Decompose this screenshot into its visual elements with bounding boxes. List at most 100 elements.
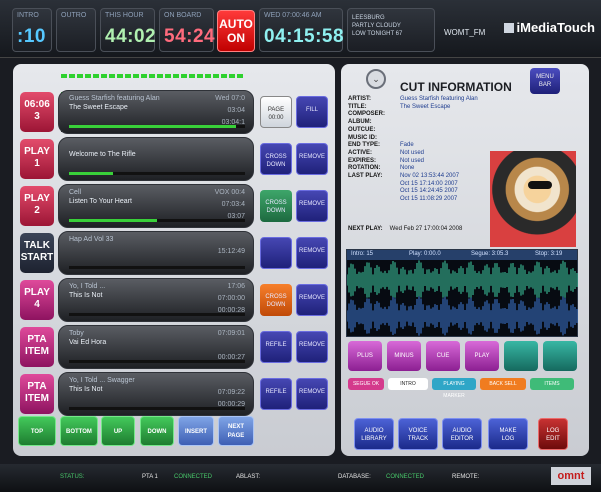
cart-progress-bar	[69, 313, 245, 316]
cut-play-button[interactable]: PLAY	[465, 341, 499, 371]
cut-info-row: OUTCUE:	[348, 127, 478, 135]
cut-info-key: OUTCUE:	[348, 126, 376, 133]
cut-info-key: EXPIRES:	[348, 157, 377, 164]
cart-item[interactable]: Cell Listen To Your Heart VOX 00:4 07:03:4 0…	[58, 184, 254, 228]
next-play-label: NEXT PLAY:	[348, 226, 383, 232]
menu-bar-button[interactable]: MENU BAR	[530, 68, 560, 94]
cart-title: This Is Not	[69, 292, 103, 299]
cut-info-key: TITLE:	[348, 103, 367, 110]
on-board-label: ON BOARD	[164, 12, 202, 19]
meter-led	[189, 74, 195, 78]
cart-time: Wed 07:0	[215, 95, 245, 102]
pta-label: PTA 1	[142, 474, 158, 480]
cut-plus-button[interactable]: PLUS	[348, 341, 382, 371]
make-log-button[interactable]: MAKE LOG	[488, 418, 528, 450]
marker-tag: INTRO	[388, 378, 428, 390]
cart-artist: Cell	[69, 189, 82, 196]
cut-cue-button[interactable]: CUE	[426, 341, 460, 371]
remote-label: REMOTE:	[452, 474, 480, 480]
cart-item[interactable]: Yo, I Told ... This Is Not 17:06 07:00:00 00…	[58, 278, 254, 322]
nav-top-button[interactable]: TOP	[18, 416, 56, 446]
waveform-display[interactable]: Intro: 15 Play: 0:00.0 Segue: 3:05.3 Sto…	[346, 249, 578, 337]
cut-info-key: COMPOSER:	[348, 111, 386, 118]
cart-title: Listen To Your Heart	[69, 198, 132, 205]
cart-remove-button[interactable]: REMOVE	[296, 143, 328, 175]
cart-item[interactable]: Welcome to The Rifle	[58, 137, 254, 181]
nav-insert-button[interactable]: INSERT	[178, 416, 214, 446]
cart-time: 07:00:00	[217, 295, 245, 302]
marker-tag: ITEMS	[530, 378, 574, 390]
cart-action-button[interactable]: REFILE	[260, 331, 292, 363]
cut-info-row: ACTIVE: Not used	[348, 150, 478, 158]
cart-slot-button[interactable]: PLAY 4	[20, 280, 54, 320]
log-edit-button[interactable]: LOG EDIT	[538, 418, 568, 450]
cut-minus-button[interactable]: MINUS	[387, 341, 421, 371]
audio-library-button[interactable]: AUDIO LIBRARY	[354, 418, 394, 450]
cart-artist: Yo, I Told ... Swagger	[69, 377, 135, 384]
cart-remove-button[interactable]: FILL	[296, 96, 328, 128]
next-play: NEXT PLAY: Wed Feb 27 17:00:04 2008	[348, 226, 462, 232]
cart-slot-button[interactable]: PTA ITEM	[20, 327, 54, 367]
chevron-down-icon[interactable]: ⌄	[366, 69, 386, 89]
cart-artist: Toby	[69, 330, 84, 337]
cart-progress-fill	[69, 172, 113, 175]
cart-item[interactable]: Hap Ad Vol 33 15:12:49	[58, 231, 254, 275]
nav-up-button[interactable]: UP	[101, 416, 135, 446]
on-board-counter: ON BOARD 54:24	[159, 8, 215, 52]
cart-remove-button[interactable]: REMOVE	[296, 190, 328, 222]
cut-info-value: Oct 15 11:08:29 2007	[400, 196, 458, 203]
cart-remove-button[interactable]: REMOVE	[296, 331, 328, 363]
cart-title: Welcome to The Rifle	[69, 151, 136, 158]
cart-slot-button[interactable]: PTA ITEM	[20, 374, 54, 414]
cut-extra-button[interactable]	[543, 341, 577, 371]
cart-remove-button[interactable]: REMOVE	[296, 284, 328, 316]
cut-info-row: MUSIC ID:	[348, 135, 478, 143]
cut-extra-button[interactable]	[504, 341, 538, 371]
brand-text: iMediaTouch	[516, 20, 595, 35]
audio-editor-button[interactable]: AUDIO EDITOR	[442, 418, 482, 450]
cart-slot-button[interactable]: TALK START	[20, 233, 54, 273]
pta-state: CONNECTED	[174, 474, 213, 480]
cut-info-row: TITLE: The Sweet Escape	[348, 104, 478, 112]
cut-info-row: EXPIRES: Not used	[348, 158, 478, 166]
cart-action-button[interactable]: REFILE	[260, 378, 292, 410]
cart-action-button[interactable]: CROSS DOWN	[260, 284, 292, 316]
clock-counter: WED 07:00:46 AM 04:15:58	[259, 8, 344, 52]
nav-bottom-button[interactable]: BOTTOM	[60, 416, 98, 446]
wave-play: Play: 0:00.0	[409, 251, 441, 257]
cart-slot-button[interactable]: 06:06 3	[20, 92, 54, 132]
cut-info-row: LAST PLAY: Nov 02 13:53:44 2007	[348, 173, 478, 181]
voice-track-button[interactable]: VOICE TRACK	[398, 418, 438, 450]
cut-info-heading: CUT INFORMATION	[400, 80, 512, 94]
cart-slot-button[interactable]: PLAY 1	[20, 139, 54, 179]
cart-row: PLAY 1 Welcome to The Rifle CROSS DOWN REMOVE	[20, 137, 330, 181]
cut-info-row: ALBUM:	[348, 119, 478, 127]
nav-next-page-button[interactable]: NEXT PAGE	[218, 416, 254, 446]
intro-label: INTRO	[17, 12, 39, 19]
meter-led	[213, 74, 219, 78]
cart-remove-button[interactable]: REMOVE	[296, 378, 328, 410]
cart-action-button[interactable]	[260, 237, 292, 269]
cart-progress-bar	[69, 172, 245, 175]
nav-down-button[interactable]: DOWN	[140, 416, 174, 446]
cart-item[interactable]: Yo, I Told ... Swagger This Is Not 07:09:2…	[58, 372, 254, 416]
cart-slot-button[interactable]: PLAY 2	[20, 186, 54, 226]
auto-on-button[interactable]: AUTO ON	[217, 10, 255, 52]
meter-led	[117, 74, 123, 78]
meter-led	[221, 74, 227, 78]
weather-box: LEESBURG PARTLY CLOUDY LOW TONIGHT 67	[347, 8, 435, 52]
cart-action-button[interactable]: CROSS DOWN	[260, 143, 292, 175]
cart-item[interactable]: Guess Starfish featuring Alan The Sweet E…	[58, 90, 254, 134]
waveform-graph	[347, 260, 578, 336]
cart-remove-button[interactable]: REMOVE	[296, 237, 328, 269]
meter-led	[149, 74, 155, 78]
imediatouch-icon	[503, 23, 514, 33]
meter-led	[157, 74, 163, 78]
cut-info-value: Guess Starfish featuring Alan	[400, 96, 478, 102]
meter-led	[93, 74, 99, 78]
cart-action-button[interactable]: CROSS DOWN	[260, 190, 292, 222]
cart-progress-fill	[69, 219, 157, 222]
cart-item[interactable]: Toby Vai Ed Hora 07:09:01 00:00:27	[58, 325, 254, 369]
cart-action-button[interactable]: PAGE 00:00	[260, 96, 292, 128]
meter-led	[229, 74, 235, 78]
